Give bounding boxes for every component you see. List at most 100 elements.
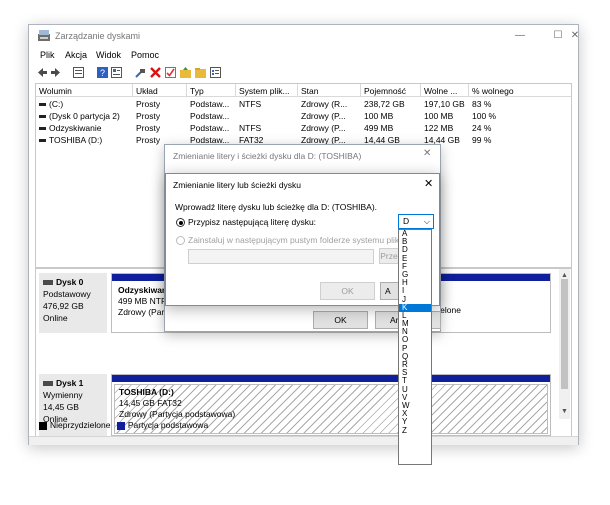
table-cell: Podstaw... (190, 123, 230, 133)
mount-folder-radio[interactable] (176, 236, 185, 245)
col-header-uklad[interactable]: Układ (133, 84, 187, 97)
dialog-title: Zmienianie litery lub ścieżki dysku (173, 180, 302, 190)
menu-widok[interactable]: Widok (96, 50, 121, 60)
folder-up-icon[interactable] (180, 67, 191, 78)
disk-icon (43, 381, 53, 387)
status-bar (29, 436, 578, 445)
dialog-prompt: Wprowadź literę dysku lub ścieżkę dla D:… (175, 202, 378, 212)
partition-status: Zdrowy (Partycja podstawowa) (119, 409, 236, 419)
toolbar: ? (29, 65, 578, 81)
disk-map-scrollbar[interactable]: ▲ ▼ (559, 269, 570, 419)
selected-letter: D (403, 216, 410, 226)
letter-option-z[interactable]: Z (399, 426, 431, 435)
disk-name: Dysk 1 (56, 378, 84, 388)
close-icon[interactable]: ✕ (423, 148, 431, 159)
table-cell: Zdrowy (R... (301, 99, 348, 109)
mount-folder-label: Zainstaluj w następującym pustym folderz… (188, 235, 429, 245)
col-header-wolumin[interactable]: Wolumin (36, 84, 133, 97)
table-cell: 24 % (472, 123, 492, 133)
table-cell: 100 % (472, 111, 497, 121)
volume-name: (Dysk 0 partycja 2) (49, 111, 120, 121)
table-cell: 100 MB (424, 111, 454, 121)
menu-pomoc[interactable]: Pomoc (131, 50, 159, 60)
table-cell: 83 % (472, 99, 492, 109)
disk-type: Wymienny (43, 390, 83, 400)
drive-letter-select[interactable]: D ⌵ (398, 214, 434, 229)
disk-name: Dysk 0 (56, 277, 84, 287)
close-icon[interactable]: ✕ (424, 177, 433, 190)
scroll-up-icon[interactable]: ▲ (561, 272, 568, 279)
volume-name: Odzyskiwanie (49, 123, 102, 133)
check-icon[interactable] (165, 67, 176, 78)
dialog-title: Zmienianie litery i ścieżki dysku dla D:… (173, 151, 362, 161)
table-row[interactable]: (C:) (36, 98, 133, 110)
folder-path-input[interactable] (188, 249, 374, 264)
volume-icon (39, 139, 46, 143)
ok-button[interactable]: OK (313, 311, 368, 329)
chevron-down-icon: ⌵ (423, 217, 430, 226)
table-cell: 238,72 GB (364, 99, 405, 109)
partition-info: 14,45 GB FAT32 (119, 398, 182, 408)
volume-icon (39, 103, 46, 107)
table-cell (236, 110, 298, 122)
table-row[interactable]: Odzyskiwanie (36, 122, 133, 134)
legend-swatch-unallocated (39, 421, 47, 430)
disk-size: 14,45 GB (43, 402, 79, 412)
col-header-pojemnosc[interactable]: Pojemność (361, 84, 421, 97)
partition-title: TOSHIBA (D:) (119, 387, 174, 397)
settings-icon[interactable] (210, 67, 221, 78)
list-view-icon[interactable] (73, 67, 84, 78)
table-cell: NTFS (239, 99, 262, 109)
table-cell: Podstaw... (190, 111, 230, 121)
folder-icon[interactable] (195, 67, 206, 78)
assign-letter-radio[interactable] (176, 218, 185, 227)
connect-icon[interactable] (135, 67, 146, 78)
window-title: Zarządzanie dyskami (55, 31, 141, 41)
disk-icon (43, 280, 53, 286)
table-cell: 100 MB (364, 111, 394, 121)
disk-size: 476,92 GB (43, 301, 84, 311)
col-header-stan[interactable]: Stan (298, 84, 361, 97)
table-cell: Prosty (136, 123, 161, 133)
table-cell: 499 MB (364, 123, 394, 133)
svg-text:?: ? (100, 68, 105, 78)
table-cell: Zdrowy (P... (301, 123, 346, 133)
forward-icon[interactable] (50, 67, 61, 78)
table-cell: 122 MB (424, 123, 454, 133)
table-cell: Prosty (136, 111, 161, 121)
scroll-thumb[interactable] (561, 279, 568, 389)
minimize-button[interactable]: — (501, 25, 539, 47)
volume-name: (C:) (49, 99, 64, 109)
drive-letter-dropdown-list: A B D E F G H I J K L M N O P Q R S T U … (398, 229, 432, 465)
legend-label: Partycja podstawowa (127, 420, 209, 430)
properties-icon[interactable] (111, 67, 122, 78)
cancel-button[interactable]: A (380, 282, 400, 300)
delete-icon[interactable] (150, 67, 161, 78)
disk-0-label[interactable]: Dysk 0 Podstawowy 476,92 GB Online (39, 273, 107, 333)
col-header-procent-wolnego[interactable]: % wolnego (469, 84, 571, 97)
help-icon[interactable]: ? (97, 67, 108, 78)
disk-status: Online (43, 313, 68, 323)
browse-button[interactable]: Prze (379, 248, 399, 264)
table-cell: 197,10 GB (424, 99, 465, 109)
disk-type: Podstawowy (43, 289, 91, 299)
ok-button[interactable]: OK (320, 282, 375, 300)
menu-akcja[interactable]: Akcja (65, 50, 87, 60)
legend: Nieprzydzielone Partycja podstawowa (35, 420, 572, 434)
table-row[interactable]: (Dysk 0 partycja 2) (36, 110, 133, 122)
table-cell: Podstaw... (190, 99, 230, 109)
table-row[interactable]: TOSHIBA (D:) (36, 134, 133, 146)
table-cell: NTFS (239, 123, 262, 133)
col-header-typ[interactable]: Typ (187, 84, 236, 97)
volume-icon (39, 127, 46, 131)
col-header-system-plikow[interactable]: System plik... (236, 84, 298, 97)
assign-letter-label: Przypisz następującą literę dysku: (188, 217, 317, 227)
col-header-wolne[interactable]: Wolne ... (421, 84, 469, 97)
close-icon[interactable]: ✕ (569, 25, 581, 47)
volume-name: TOSHIBA (D:) (49, 135, 103, 145)
table-cell: 99 % (472, 135, 492, 145)
scroll-down-icon[interactable]: ▼ (561, 408, 568, 415)
title-bar[interactable]: Zarządzanie dyskami — ☐ ✕ (29, 25, 581, 47)
menu-plik[interactable]: Plik (40, 50, 55, 60)
back-icon[interactable] (37, 67, 48, 78)
